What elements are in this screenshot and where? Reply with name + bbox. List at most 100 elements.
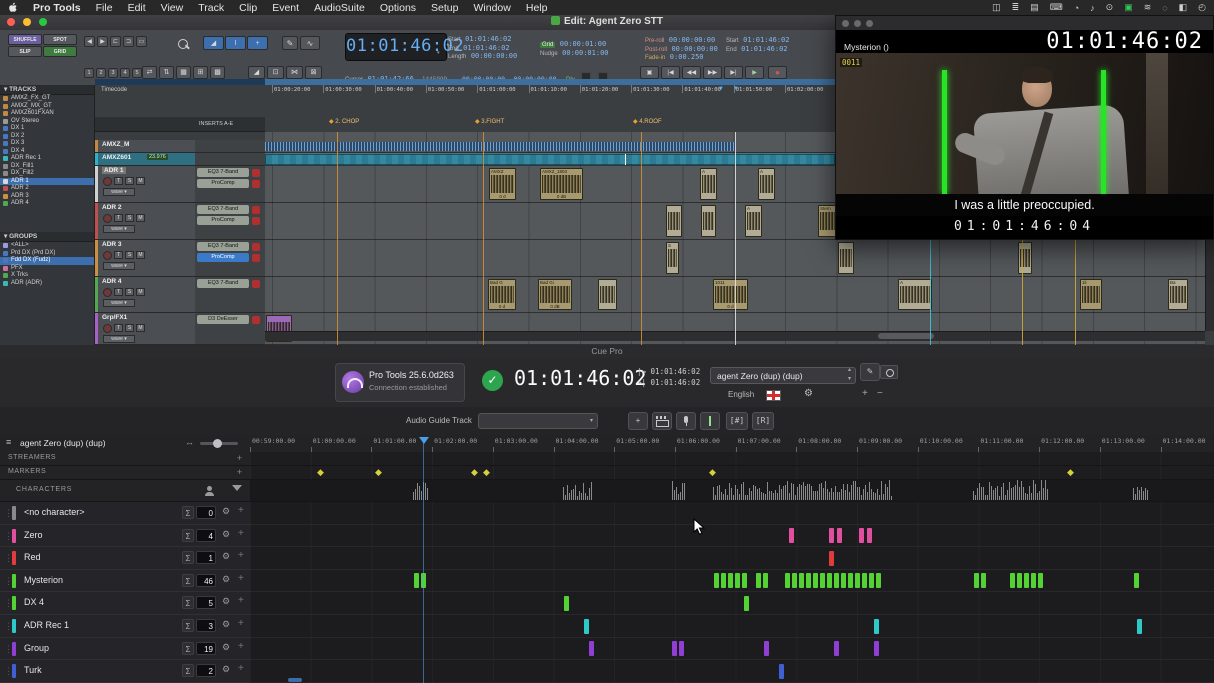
track-name-adr-3[interactable]: ADR 3 [102, 241, 122, 248]
track-view-selector[interactable]: wave ▾ [103, 225, 135, 233]
record-enable-button[interactable] [103, 177, 112, 186]
language-label[interactable]: English [728, 390, 754, 399]
audio-clip[interactable] [666, 205, 682, 237]
audio-clip-a[interactable]: A [745, 205, 762, 237]
character-settings-icon[interactable]: ⚙ [222, 619, 230, 630]
cue-clip[interactable] [829, 528, 834, 543]
add-marker-button[interactable]: + [237, 467, 242, 477]
apps-icon[interactable]: ▤ [1030, 2, 1039, 13]
timeline-marker-4-roof[interactable]: ◆ 4.ROOF [633, 118, 662, 125]
audio-overview-lane[interactable] [250, 480, 1214, 502]
zoom-button-1[interactable]: ▶ [97, 36, 108, 47]
cue-clip[interactable] [834, 641, 839, 656]
character-add-icon[interactable]: + [238, 641, 244, 652]
track-name-adr-2[interactable]: ADR 2 [102, 204, 122, 211]
link-button-4[interactable]: ▩ [210, 66, 225, 79]
apple-menu[interactable] [8, 2, 18, 14]
zoom-slider[interactable] [200, 442, 238, 445]
track-controls-grp-fx1[interactable]: Grp/FX1TSMwave ▾ [95, 313, 195, 345]
video-zoom-button[interactable] [866, 20, 873, 27]
settings-gear-icon[interactable]: ⚙ [804, 388, 813, 399]
cue-clip[interactable] [1137, 619, 1142, 634]
character-row-adr-rec-1[interactable]: ⋮ADR Rec 1Σ3⚙+ [0, 615, 250, 638]
cue-clip[interactable] [1024, 573, 1029, 588]
track-view-selector[interactable]: wave ▾ [103, 335, 135, 343]
mode-slip[interactable]: SLIP [8, 46, 42, 57]
sel-length[interactable]: 00:00:00:00 [471, 52, 517, 60]
cue-clip[interactable] [742, 573, 747, 588]
track-m-button[interactable]: M [136, 288, 145, 296]
link-button-3[interactable]: ⊞ [193, 66, 208, 79]
timeline-marker-2-chop[interactable]: ◆ 2. CHOP [329, 118, 359, 125]
insert-procomp[interactable]: ProComp [197, 179, 249, 188]
cue-clip[interactable] [1010, 573, 1015, 588]
zoom-preset-2[interactable]: 2 [96, 68, 106, 78]
t-end[interactable]: 01:01:46:02 [741, 45, 787, 53]
track-controls-adr-2[interactable]: ADR 2TSMwave ▾ [95, 203, 195, 240]
group-item-prd-dx-prd-dx[interactable]: Prd DX (Prd DX) [0, 250, 94, 258]
character-cue-lane-turk[interactable] [250, 660, 1214, 683]
audio-clip[interactable] [838, 242, 854, 274]
track-s-button[interactable]: S [125, 177, 134, 185]
audio-clip-1011[interactable]: 10110 d [713, 279, 748, 310]
group-item-adr-adr[interactable]: ADR (ADR) [0, 280, 94, 288]
cue-clip[interactable] [1017, 573, 1022, 588]
audio-clip-s[interactable]: S [666, 242, 679, 274]
hash-button[interactable]: [#] [726, 412, 748, 430]
cue-clip[interactable] [735, 573, 740, 588]
insert-eq3-7-band[interactable]: EQ3 7-Band [197, 242, 249, 251]
cue-clip[interactable] [779, 664, 784, 679]
video-clip-strip[interactable] [265, 154, 835, 165]
group-item-pfx[interactable]: PFX [0, 265, 94, 273]
character-settings-icon[interactable]: ⚙ [222, 506, 230, 517]
link-button-0[interactable]: ⇄ [142, 66, 157, 79]
cue-clip[interactable] [764, 641, 769, 656]
character-settings-icon[interactable]: ⚙ [222, 529, 230, 540]
character-row-red[interactable]: ⋮RedΣ1⚙+ [0, 547, 250, 570]
cue-clip[interactable] [827, 573, 832, 588]
track-view-selector[interactable]: wave ▾ [103, 299, 135, 307]
track-controls-adr-1[interactable]: ADR 1TSMwave ▾ [95, 166, 195, 203]
menu-item-setup[interactable]: Setup [431, 2, 458, 14]
cue-clip[interactable] [876, 573, 881, 588]
character-cue-lane-group[interactable] [250, 638, 1214, 661]
trim-tool[interactable]: ◢ [203, 36, 224, 50]
tracks-list-item-dx-4[interactable]: DX 4 [0, 148, 94, 156]
zoom-button-2[interactable]: ⊏ [110, 36, 121, 47]
audio-clip-amxz[interactable]: AMXZ0 d [489, 168, 516, 200]
menu-item-track[interactable]: Track [198, 2, 224, 14]
add-event-button[interactable]: + [628, 412, 648, 430]
transport-ffwd[interactable]: ▶▶ [703, 66, 722, 79]
track-m-button[interactable]: M [136, 177, 145, 185]
character-add-icon[interactable]: + [238, 663, 244, 674]
transport-rtz[interactable]: |◀ [661, 66, 680, 79]
audio-clip[interactable] [701, 205, 716, 237]
cue-clip[interactable] [584, 619, 589, 634]
insert-eq3-7-band[interactable]: EQ3 7-Band [197, 279, 249, 288]
tracks-list-item-amxz-mx-gt[interactable]: AMXZ_MX_GT [0, 103, 94, 111]
character-row-no-character[interactable]: ⋮<no character>Σ0⚙+ [0, 502, 250, 525]
cue-clip[interactable] [1134, 573, 1139, 588]
cue-clip[interactable] [974, 573, 979, 588]
cue-clip[interactable] [721, 573, 726, 588]
session-marker-diamond[interactable]: ◆ [483, 467, 490, 478]
screen-mirroring-icon[interactable]: ⊙ [1106, 2, 1114, 13]
cue-clip[interactable] [834, 573, 839, 588]
cue-clip[interactable] [679, 641, 684, 656]
insert-bypass-button[interactable] [252, 280, 260, 288]
character-cue-count[interactable]: 4 [196, 529, 216, 542]
session-marker-diamond[interactable]: ◆ [709, 467, 716, 478]
cue-clip[interactable] [867, 528, 872, 543]
track-view-selector[interactable]: wave ▾ [103, 188, 135, 196]
track-name-grp-fx1[interactable]: Grp/FX1 [102, 314, 127, 321]
character-row-zero[interactable]: ⋮ZeroΣ4⚙+ [0, 525, 250, 548]
cue-clip[interactable] [848, 573, 853, 588]
track-t-button[interactable]: T [114, 177, 123, 185]
tracks-panel-header[interactable]: ▾ TRACKS [0, 85, 94, 95]
character-cue-lane-adr-rec-1[interactable] [250, 615, 1214, 638]
cue-clip[interactable] [1038, 573, 1043, 588]
track-s-button[interactable]: S [125, 214, 134, 222]
tracks-list-item-dx-3[interactable]: DX 3 [0, 140, 94, 148]
character-add-icon[interactable]: + [238, 550, 244, 561]
transport-rewind[interactable]: ◀◀ [682, 66, 701, 79]
